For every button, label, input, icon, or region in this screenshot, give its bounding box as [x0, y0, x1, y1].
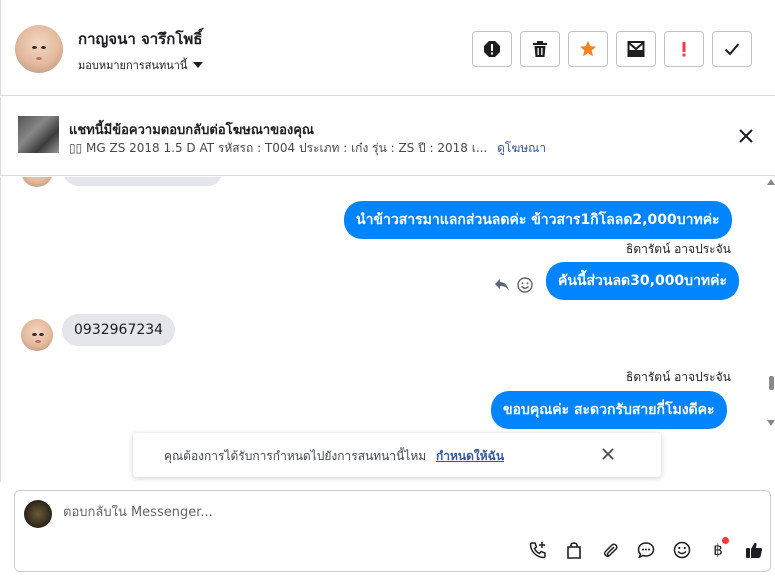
- check-icon: [724, 43, 740, 56]
- assign-to-me-link[interactable]: กำหนดให้ฉัน: [436, 449, 504, 463]
- view-ad-link[interactable]: ดูโฆษณา: [497, 141, 546, 155]
- star-icon: [579, 40, 597, 57]
- trash-icon: [533, 41, 547, 57]
- contact-name[interactable]: กาญจนา จารึกโพธิ์: [78, 27, 202, 51]
- saved-replies-button[interactable]: [628, 539, 664, 561]
- close-icon[interactable]: [601, 447, 615, 461]
- paperclip-icon: [603, 543, 618, 558]
- conversation-header: กาญจนา จารึกโพธิ์ มอบหมายการสนทนานี้: [0, 0, 775, 96]
- attach-button[interactable]: [592, 539, 628, 561]
- outgoing-message[interactable]: นำข้าวสารมาแลกส่วนลดค่ะ ข้าวสาร1กิโลลด2,…: [344, 201, 732, 239]
- emoji-icon: [673, 541, 691, 559]
- close-icon[interactable]: [738, 128, 754, 144]
- notification-dot: [722, 537, 729, 544]
- header-actions: [472, 31, 752, 67]
- incoming-message[interactable]: 0932967234: [62, 314, 176, 346]
- reply-icon[interactable]: [494, 278, 510, 292]
- react-emoji-icon[interactable]: [517, 277, 533, 293]
- ad-banner-title: แชทนี้มีข้อความตอบกลับต่อโฆษณาของคุณ: [69, 123, 314, 138]
- contact-avatar-small: [21, 319, 53, 351]
- reply-input[interactable]: [63, 505, 743, 520]
- assign-conversation-dropdown[interactable]: มอบหมายการสนทนานี้: [78, 56, 204, 74]
- ad-reply-banner: แชทนี้มีข้อความตอบกลับต่อโฆษณาของคุณ ▯▯ …: [0, 97, 775, 176]
- mark-important-button[interactable]: [664, 31, 704, 67]
- archive-icon: [627, 41, 645, 57]
- previous-message-bubble[interactable]: [63, 177, 223, 186]
- call-button[interactable]: [520, 539, 556, 561]
- ad-thumbnail[interactable]: [18, 116, 59, 153]
- spam-report-icon: [484, 41, 500, 57]
- message-composer: ฿: [14, 490, 771, 572]
- payment-button[interactable]: ฿: [700, 537, 736, 561]
- baht-icon: ฿: [713, 541, 723, 559]
- assign-suggestion-banner: คุณต้องการได้รับการกำหนดไปยังการสนทนานี้…: [133, 433, 661, 477]
- assign-suggestion-text: คุณต้องการได้รับการกำหนดไปยังการสนทนานี้…: [164, 449, 427, 463]
- star-button[interactable]: [568, 31, 608, 67]
- contact-avatar-small: [21, 177, 53, 187]
- ad-details: ▯▯ MG ZS 2018 1.5 D AT รหัสรถ : T004 ประ…: [69, 139, 546, 158]
- like-button[interactable]: [736, 539, 772, 561]
- shop-button[interactable]: [556, 539, 592, 561]
- thumbs-up-icon: [746, 542, 763, 558]
- mark-done-button[interactable]: [712, 31, 752, 67]
- sender-name: ธิดารัตน์ อาจประจัน: [626, 370, 731, 384]
- chat-scrollbar[interactable]: [767, 177, 775, 482]
- emoji-button[interactable]: [664, 539, 700, 561]
- caret-down-icon: [193, 62, 204, 68]
- composer-tools: ฿: [520, 537, 772, 561]
- outgoing-message[interactable]: ขอบคุณค่ะ สะดวกรับสายกี่โมงดีคะ: [491, 391, 727, 429]
- sender-name: ธิดารัตน์ อาจประจัน: [626, 242, 731, 256]
- phone-add-icon: [529, 542, 546, 559]
- delete-button[interactable]: [520, 31, 560, 67]
- contact-avatar[interactable]: [15, 25, 63, 73]
- exclamation-icon: [682, 42, 686, 57]
- spam-button[interactable]: [472, 31, 512, 67]
- chat-bubble-icon: [637, 542, 655, 559]
- outgoing-message[interactable]: คันนี้ส่วนลด30,000บาทค่ะ: [546, 262, 740, 300]
- ad-details-text: ▯▯ MG ZS 2018 1.5 D AT รหัสรถ : T004 ประ…: [69, 141, 488, 155]
- shopping-bag-icon: [567, 542, 581, 559]
- page-avatar: [24, 500, 52, 528]
- assign-label: มอบหมายการสนทนานี้: [78, 59, 188, 72]
- archive-button[interactable]: [616, 31, 656, 67]
